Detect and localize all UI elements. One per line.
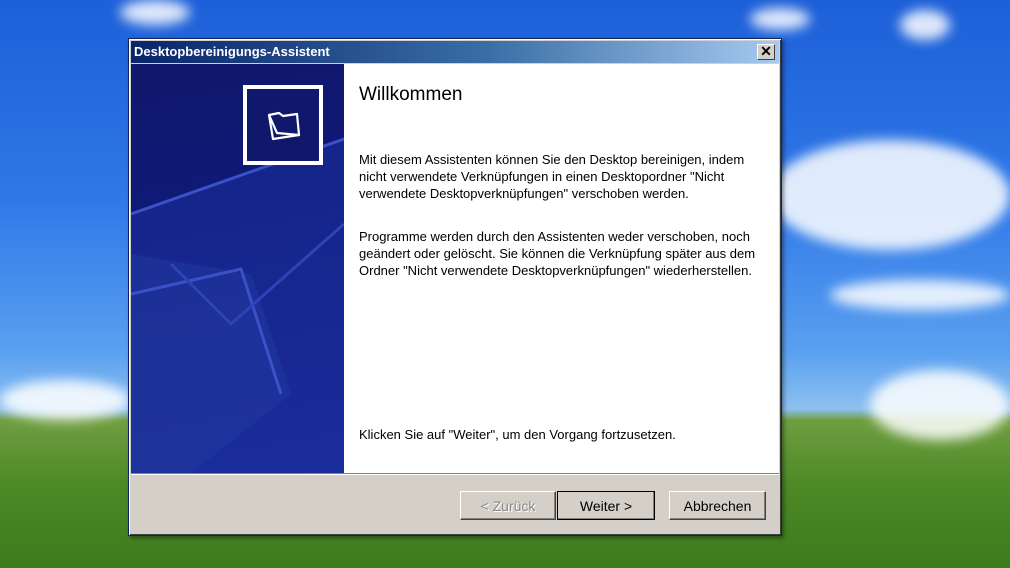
- cloud: [870, 370, 1010, 440]
- cloud: [120, 0, 190, 25]
- cloud: [0, 380, 130, 420]
- continue-instruction: Klicken Sie auf "Weiter", um den Vorgang…: [359, 427, 676, 442]
- close-button[interactable]: ✕: [757, 44, 775, 60]
- button-separator: [131, 473, 779, 475]
- next-button[interactable]: Weiter >: [557, 491, 655, 520]
- wizard-side-panel: [131, 64, 344, 473]
- page-title: Willkommen: [359, 84, 463, 105]
- cloud: [900, 10, 950, 40]
- cloud: [830, 280, 1010, 310]
- title-bar[interactable]: Desktopbereinigungs-Assistent ✕: [131, 41, 779, 63]
- close-icon: ✕: [760, 43, 772, 59]
- wizard-content: Willkommen Mit diesem Assistenten können…: [359, 64, 769, 473]
- wizard-dialog: Desktopbereinigungs-Assistent ✕ Willkomm…: [128, 38, 782, 536]
- back-button[interactable]: < Zurück: [460, 491, 556, 520]
- wizard-icon-frame: [243, 85, 323, 165]
- intro-paragraph: Mit diesem Assistenten können Sie den De…: [359, 152, 745, 201]
- cloud: [750, 8, 810, 30]
- window-title: Desktopbereinigungs-Assistent: [134, 44, 330, 59]
- cancel-button[interactable]: Abbrechen: [669, 491, 766, 520]
- wizard-client-area: Willkommen Mit diesem Assistenten können…: [131, 64, 779, 473]
- info-paragraph: Programme werden durch den Assistenten w…: [359, 229, 756, 278]
- cloud: [770, 140, 1010, 250]
- folder-icon: [267, 111, 301, 141]
